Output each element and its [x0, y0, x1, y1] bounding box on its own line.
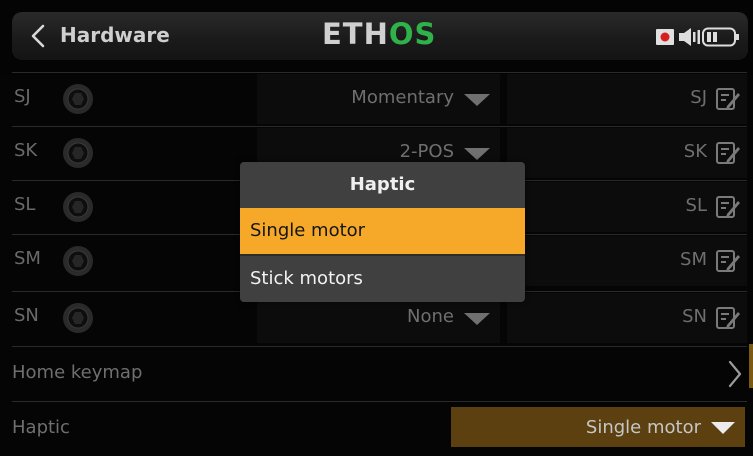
switch-knob-icon	[63, 246, 93, 276]
switch-name-value: SM	[680, 249, 707, 270]
screen: Hardware ETHOS SJ Momentary SJ SK 2-POS …	[0, 0, 753, 456]
speaker-icon	[679, 28, 700, 46]
switch-type-value: Momentary	[351, 87, 454, 108]
switch-label: SN	[14, 305, 39, 326]
row-divider	[12, 72, 747, 73]
brand-logo-part-1: ETH	[322, 17, 389, 51]
switch-label: SM	[14, 248, 41, 269]
switch-knob-icon	[63, 84, 93, 114]
switch-label: SL	[14, 194, 36, 215]
dropdown-arrow-icon	[464, 313, 490, 325]
switch-name-value: SN	[682, 306, 707, 327]
switch-row-sj: SJ Momentary SJ	[0, 72, 753, 126]
haptic-label: Haptic	[12, 417, 70, 438]
haptic-value: Single motor	[585, 417, 701, 438]
chevron-right-icon	[728, 360, 742, 388]
switch-name-value: SJ	[690, 87, 707, 108]
row-divider	[12, 401, 747, 402]
edit-icon	[716, 250, 740, 272]
home-keymap-row[interactable]: Home keymap	[0, 344, 753, 400]
dropdown-arrow-icon	[464, 148, 490, 160]
header: Hardware ETHOS	[0, 0, 753, 75]
popup-title: Haptic	[349, 174, 416, 195]
scroll-indicator[interactable]	[749, 344, 753, 388]
switch-knob-icon	[63, 303, 93, 333]
haptic-popup: Haptic Single motor Stick motors	[240, 162, 525, 302]
switch-label: SK	[14, 140, 38, 161]
switch-type-value: 2-POS	[399, 141, 454, 162]
record-icon	[656, 29, 674, 45]
switch-type-dropdown[interactable]: Momentary	[257, 74, 500, 124]
switch-knob-icon	[63, 138, 93, 168]
switch-label: SJ	[14, 86, 31, 107]
switch-name-field[interactable]: SL	[507, 182, 747, 232]
page-title: Hardware	[60, 23, 170, 47]
haptic-row: Haptic Single motor	[0, 401, 753, 455]
battery-icon	[702, 27, 739, 47]
row-divider	[12, 126, 747, 127]
switch-name-field[interactable]: SN	[507, 293, 747, 343]
popup-option-single-motor[interactable]: Single motor	[240, 208, 525, 254]
brand-logo-part-2: OS	[388, 17, 437, 51]
switch-name-value: SL	[685, 195, 707, 216]
dropdown-arrow-icon	[464, 94, 490, 106]
switch-name-value: SK	[683, 141, 707, 162]
chevron-left-icon	[31, 24, 45, 48]
switch-type-value: None	[407, 306, 454, 327]
row-divider	[12, 346, 747, 347]
home-keymap-label: Home keymap	[12, 362, 143, 383]
brand-logo: ETHOS	[322, 18, 452, 50]
switch-name-field[interactable]: SJ	[507, 74, 747, 124]
edit-icon	[716, 142, 740, 164]
edit-icon	[716, 88, 740, 110]
switch-name-field[interactable]: SM	[507, 236, 747, 286]
status-icons	[655, 24, 745, 50]
back-button[interactable]: Hardware	[12, 12, 192, 60]
edit-icon	[716, 196, 740, 218]
switch-name-field[interactable]: SK	[507, 128, 747, 178]
switch-knob-icon	[63, 192, 93, 222]
edit-icon	[716, 307, 740, 329]
haptic-dropdown[interactable]: Single motor	[451, 407, 745, 447]
popup-option-stick-motors[interactable]: Stick motors	[240, 256, 525, 302]
dropdown-arrow-icon	[711, 422, 735, 434]
